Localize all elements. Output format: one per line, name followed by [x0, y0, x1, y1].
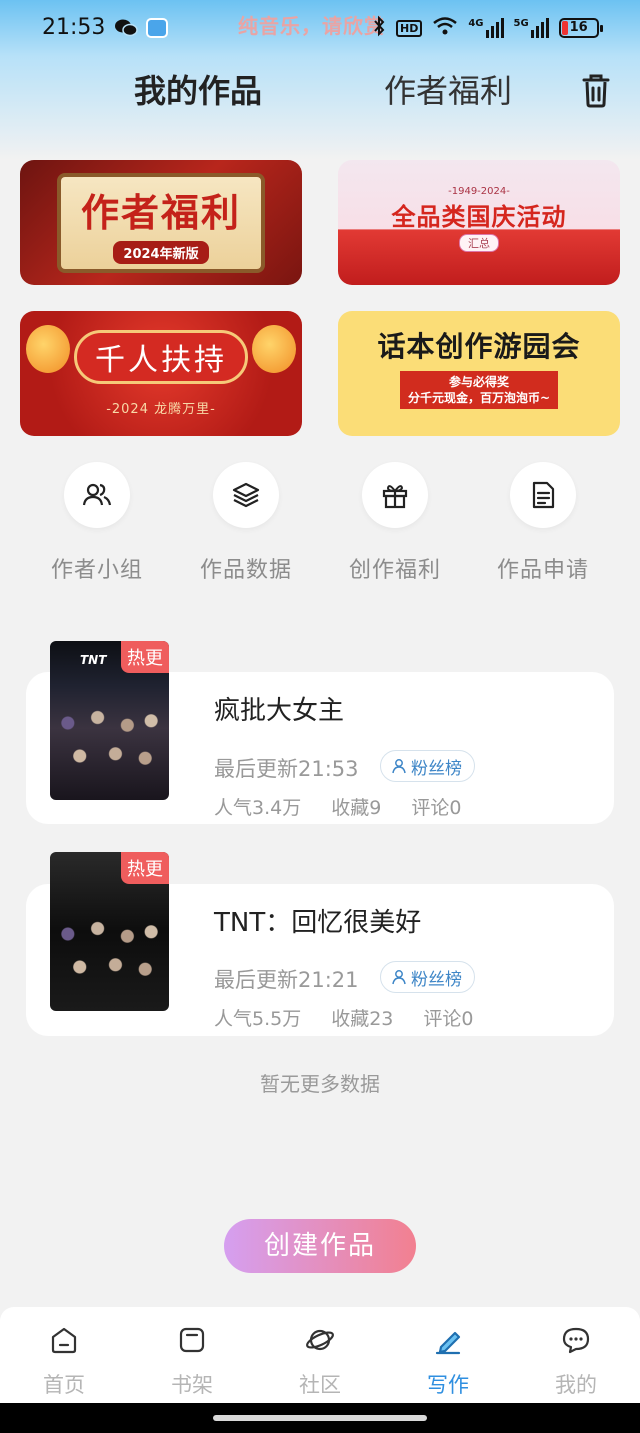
work-cover[interactable]: TNT 热更	[50, 641, 169, 800]
hot-badge: 热更	[121, 852, 169, 884]
favorites: 收藏23	[331, 1008, 394, 1030]
banner-title: 千人扶持	[74, 330, 248, 384]
banner-subtitle-line-1: 参与必得奖	[448, 374, 509, 389]
fans-rank-button[interactable]: 粉丝榜	[380, 961, 475, 993]
work-updated: 最后更新21:53	[214, 757, 359, 781]
signal-5g-label: 5G	[513, 18, 529, 29]
fans-rank-label: 粉丝榜	[411, 969, 462, 990]
banner-subtitle: 参与必得奖 分千元现金，百万泡泡币~	[399, 370, 559, 409]
banner-title: 作者福利	[80, 190, 241, 235]
quick-work-data[interactable]: 作品数据	[176, 462, 316, 584]
quick-creation-welfare[interactable]: 创作福利	[325, 462, 465, 584]
status-icons: HD 4G 5G 16	[372, 14, 603, 42]
work-stats: 人气5.5万 收藏23 评论0	[214, 1004, 474, 1031]
create-work-button[interactable]: 创建作品	[224, 1219, 416, 1273]
battery-level: 16	[569, 20, 588, 35]
lantern-icon	[252, 325, 296, 373]
wifi-icon	[432, 16, 458, 40]
cover-image	[50, 901, 169, 1011]
gift-icon	[362, 462, 428, 528]
quick-label: 作品数据	[199, 558, 292, 583]
quick-label: 作品申请	[496, 558, 589, 583]
signal-4g-label: 4G	[468, 18, 484, 29]
fans-rank-button[interactable]: 粉丝榜	[380, 750, 475, 782]
home-icon	[47, 1323, 81, 1357]
tab-my-works[interactable]: 我的作品	[134, 66, 262, 112]
nav-label: 书架	[171, 1373, 213, 1397]
nav-label: 写作	[427, 1373, 469, 1397]
banner-subtitle: 汇总	[459, 233, 499, 252]
popularity: 人气5.5万	[214, 1008, 302, 1030]
music-notice: 纯音乐，请欣赏	[238, 14, 385, 38]
weather-icon	[146, 18, 168, 38]
banner-title: 全品类国庆活动	[391, 202, 567, 231]
hot-badge: 热更	[121, 641, 169, 673]
work-updated: 最后更新21:21	[214, 968, 359, 992]
layers-icon	[213, 462, 279, 528]
popularity: 人气3.4万	[214, 797, 302, 819]
system-nav-bar	[0, 1403, 640, 1433]
bottom-nav: 首页 书架 社区 写作 我的	[0, 1307, 640, 1403]
comments: 评论0	[411, 797, 462, 819]
banner-creation-fair[interactable]: 话本创作游园会 参与必得奖 分千元现金，百万泡泡币~	[338, 311, 620, 436]
cover-brand: TNT	[80, 653, 107, 667]
nav-label: 我的	[555, 1373, 597, 1397]
quick-work-application[interactable]: 作品申请	[473, 462, 613, 584]
tab-author-welfare[interactable]: 作者福利	[384, 66, 512, 112]
users-icon	[64, 462, 130, 528]
banner-year: -1949-2024-	[448, 185, 510, 197]
cover-image	[50, 690, 169, 800]
signal-4g: 4G	[468, 18, 504, 38]
nav-home[interactable]: 首页	[0, 1323, 128, 1399]
nav-me[interactable]: 我的	[512, 1323, 640, 1399]
nav-community[interactable]: 社区	[256, 1323, 384, 1399]
banner-subtitle: 2024年新版	[113, 240, 209, 264]
lantern-icon	[26, 325, 70, 373]
quick-label: 创作福利	[348, 558, 441, 583]
work-title[interactable]: TNT：回忆很美好	[214, 902, 421, 939]
header-tabs: 我的作品 作者福利	[0, 66, 640, 118]
status-time: 21:53	[42, 15, 106, 40]
planet-icon	[303, 1323, 337, 1357]
bookshelf-icon	[175, 1323, 209, 1357]
signal-5g: 5G	[514, 18, 549, 38]
work-stats: 人气3.4万 收藏9 评论0	[214, 793, 461, 820]
nav-label: 社区	[299, 1373, 341, 1397]
wechat-icon	[114, 18, 138, 38]
work-title[interactable]: 疯批大女主	[214, 690, 344, 727]
work-cover[interactable]: 热更	[50, 852, 169, 1011]
banner-author-welfare[interactable]: 作者福利 2024年新版	[20, 160, 302, 285]
banner-subtitle: -2024 龙腾万里-	[106, 402, 216, 417]
bluetooth-icon	[372, 15, 386, 41]
status-bar: 21:53 纯音乐，请欣赏 HD 4G 5G 16	[0, 0, 640, 56]
banner-plate: 作者福利 2024年新版	[61, 176, 261, 269]
user-icon	[392, 759, 406, 774]
banner-subtitle-line-2: 分千元现金，百万泡泡币~	[407, 390, 551, 405]
comments: 评论0	[423, 1008, 474, 1030]
favorites: 收藏9	[331, 797, 382, 819]
hd-badge: HD	[396, 19, 423, 37]
chat-icon	[559, 1323, 593, 1357]
nav-bookshelf[interactable]: 书架	[128, 1323, 256, 1399]
document-icon	[510, 462, 576, 528]
battery-indicator: 16	[558, 18, 603, 38]
nav-label: 首页	[43, 1373, 85, 1397]
trash-icon[interactable]	[578, 70, 614, 110]
pen-icon	[431, 1323, 465, 1357]
quick-actions: 作者小组 作品数据 创作福利 作品申请	[0, 462, 640, 592]
fans-rank-label: 粉丝榜	[411, 758, 462, 779]
banner-support-program[interactable]: 千人扶持 -2024 龙腾万里-	[20, 311, 302, 436]
quick-author-group[interactable]: 作者小组	[27, 462, 167, 584]
home-indicator[interactable]	[213, 1415, 427, 1421]
nav-writing[interactable]: 写作	[384, 1323, 512, 1399]
banner-title: 话本创作游园会	[377, 329, 581, 363]
quick-label: 作者小组	[50, 558, 143, 583]
banner-national-day[interactable]: -1949-2024- 全品类国庆活动 汇总	[338, 160, 620, 285]
no-more-data: 暂无更多数据	[260, 1072, 380, 1096]
user-icon	[392, 970, 406, 985]
